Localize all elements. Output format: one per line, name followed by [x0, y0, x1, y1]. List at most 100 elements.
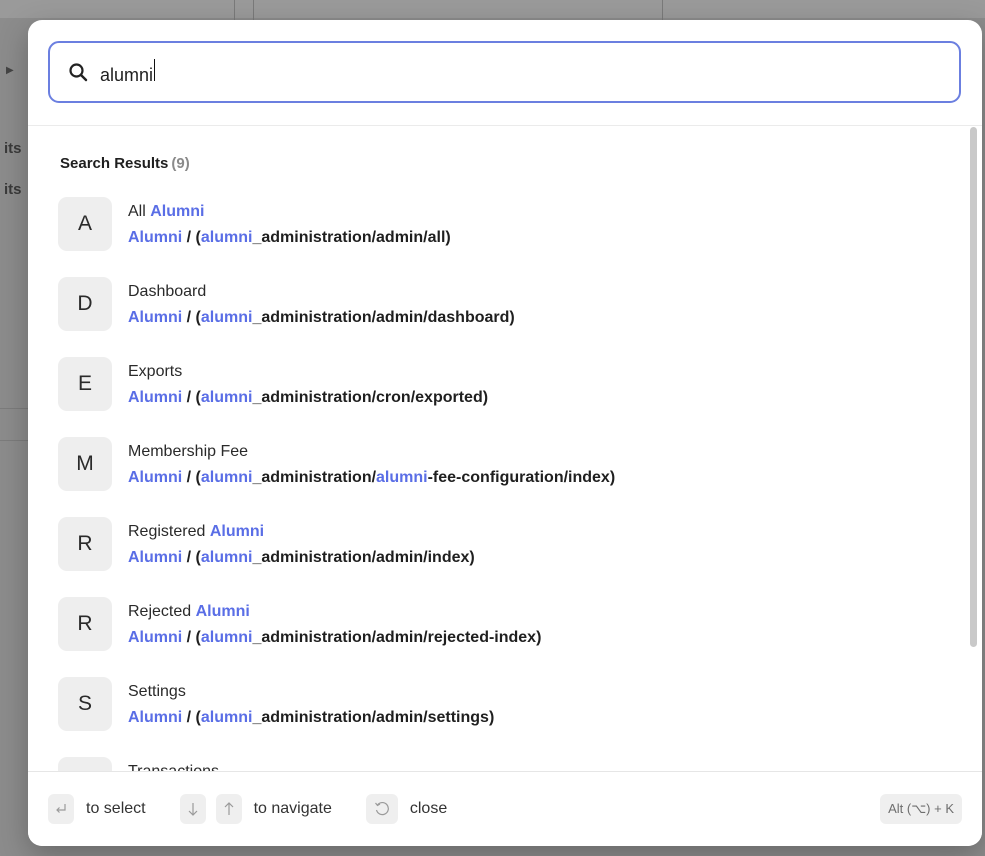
background-topbar	[0, 0, 985, 18]
result-path-highlight: Alumni	[128, 629, 183, 646]
result-path-highlight: Alumni	[128, 229, 183, 246]
result-letter-avatar: E	[58, 357, 112, 411]
result-text: Dashboard Alumni / (alumni_administration…	[128, 277, 515, 328]
arrow-down-icon	[179, 794, 206, 824]
result-item[interactable]: A All Alumni Alumni / (alumni_administrati…	[58, 197, 958, 277]
result-path-text: _administration/cron/exported)	[252, 389, 489, 406]
text-caret	[154, 58, 156, 81]
result-path-text: / (	[182, 229, 201, 246]
select-hint-label: to select	[86, 800, 146, 817]
result-path-text: _administration/admin/all)	[252, 229, 451, 246]
search-input[interactable]: alumni	[100, 58, 860, 86]
result-title: Exports	[128, 362, 488, 382]
result-letter-avatar: T	[58, 757, 112, 772]
result-title-text: All	[128, 203, 151, 220]
result-path-highlight: alumni	[200, 549, 253, 566]
result-path-text: / (	[182, 389, 201, 406]
result-text: Rejected Alumni Alumni / (alumni_administ…	[128, 597, 541, 648]
command-palette: alumni Search Results (9) A All Alumni Alum…	[28, 20, 982, 846]
background-divider	[0, 440, 30, 441]
result-path-highlight: alumni	[200, 309, 253, 326]
result-letter-avatar: M	[58, 437, 112, 491]
background-text: its	[4, 140, 22, 157]
result-path-text: -fee-configuration/index)	[427, 469, 616, 486]
search-input-value: alumni	[100, 64, 154, 85]
result-path-highlight: Alumni	[128, 549, 183, 566]
arrow-up-icon	[215, 794, 242, 824]
result-path: Alumni / (alumni_administration/admin/da…	[128, 308, 515, 328]
escape-icon	[365, 794, 398, 824]
result-title-text: Rejected	[128, 603, 196, 620]
result-letter-avatar: A	[58, 197, 112, 251]
result-path-text: / (	[182, 309, 201, 326]
result-path-highlight: Alumni	[128, 469, 183, 486]
result-path-highlight: alumni	[200, 709, 253, 726]
result-title: Settings	[128, 682, 494, 702]
result-item[interactable]: D Dashboard Alumni / (alumni_administratio…	[58, 277, 958, 357]
result-path-highlight: alumni	[200, 389, 253, 406]
result-path: Alumni / (alumni_administration/admin/re…	[128, 628, 541, 648]
result-title: Membership Fee	[128, 442, 615, 462]
search-results: Search Results (9) A All Alumni Alumni / (a…	[28, 127, 982, 772]
result-text: Registered Alumni Alumni / (alumni_admini…	[128, 517, 475, 568]
result-title: All Alumni	[128, 202, 451, 222]
result-item[interactable]: M Membership Fee Alumni / (alumni_administ…	[58, 437, 958, 517]
result-path: Alumni / (alumni_administration/admin/al…	[128, 228, 451, 248]
result-path: Alumni / (alumni_administration/alumni-f…	[128, 468, 615, 488]
result-path-highlight: Alumni	[128, 389, 183, 406]
result-path-highlight: alumni	[200, 229, 253, 246]
result-path-text: _administration/admin/index)	[252, 549, 475, 566]
result-list: A All Alumni Alumni / (alumni_administrati…	[58, 197, 958, 772]
result-item[interactable]: R Rejected Alumni Alumni / (alumni_adminis…	[58, 597, 958, 677]
result-title-highlight: Alumni	[209, 523, 265, 540]
footer-hints: to select to navigate close Alt (⌥) + K	[28, 771, 982, 846]
close-hint-label: close	[409, 800, 448, 817]
result-title: Rejected Alumni	[128, 602, 541, 622]
enter-icon	[48, 794, 74, 824]
result-path-text: / (	[182, 469, 201, 486]
result-path-highlight: alumni	[200, 629, 253, 646]
result-title: Registered Alumni	[128, 522, 475, 542]
result-title-text: Membership Fee	[128, 443, 249, 460]
result-path-text: / (	[182, 549, 201, 566]
result-path-highlight: alumni	[376, 469, 428, 486]
scrollbar[interactable]	[970, 127, 977, 647]
result-path-highlight: Alumni	[128, 309, 183, 326]
results-count: (9)	[171, 155, 190, 172]
result-path: Alumni / (alumni_administration/admin/se…	[128, 708, 494, 728]
keyboard-shortcut-badge: Alt (⌥) + K	[880, 794, 962, 824]
result-title-text: Dashboard	[128, 283, 207, 300]
search-icon	[68, 61, 90, 83]
result-item[interactable]: T Transactions	[58, 757, 958, 772]
results-heading-label: Search Results	[60, 155, 169, 172]
result-text: Membership Fee Alumni / (alumni_administr…	[128, 437, 615, 488]
search-header: alumni	[28, 20, 982, 126]
result-letter-avatar: R	[58, 517, 112, 571]
result-text: All Alumni Alumni / (alumni_administratio…	[128, 197, 451, 248]
result-title-text: Settings	[128, 683, 186, 700]
result-title-text: Registered	[128, 523, 210, 540]
result-item[interactable]: E Exports Alumni / (alumni_administration/…	[58, 357, 958, 437]
background-text: its	[4, 181, 22, 198]
result-path-text: _administration/admin/rejected-index)	[252, 629, 542, 646]
navigate-hint-label: to navigate	[253, 800, 332, 817]
result-item[interactable]: R Registered Alumni Alumni / (alumni_admin…	[58, 517, 958, 597]
result-title-text: Exports	[128, 363, 183, 380]
result-path-text: _administration/admin/settings)	[252, 709, 495, 726]
result-item[interactable]: S Settings Alumni / (alumni_administration…	[58, 677, 958, 757]
background-chevron-icon: ▶	[6, 65, 14, 76]
result-letter-avatar: R	[58, 597, 112, 651]
search-box[interactable]: alumni	[48, 41, 961, 103]
result-title: Dashboard	[128, 282, 515, 302]
background-divider	[0, 408, 30, 409]
result-path-text: _administration/admin/dashboard)	[252, 309, 515, 326]
result-path: Alumni / (alumni_administration/cron/exp…	[128, 388, 488, 408]
result-letter-avatar: D	[58, 277, 112, 331]
result-path-highlight: alumni	[200, 469, 253, 486]
result-text: Exports Alumni / (alumni_administration/c…	[128, 357, 488, 408]
results-heading: Search Results (9)	[60, 155, 190, 172]
result-path-text: _administration/	[252, 469, 377, 486]
result-path-text: / (	[182, 709, 201, 726]
result-path-text: / (	[182, 629, 201, 646]
result-letter-avatar: S	[58, 677, 112, 731]
